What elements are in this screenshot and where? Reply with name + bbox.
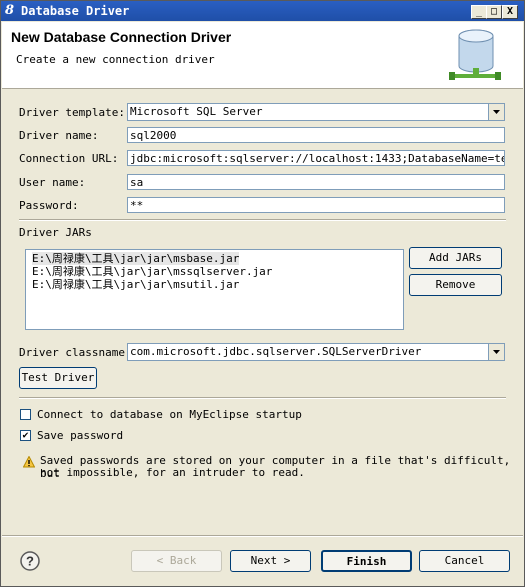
driver-template-select[interactable]: Microsoft SQL Server [127, 103, 505, 121]
connect-on-startup-label: Connect to database on MyEclipse startup [37, 408, 302, 421]
jar-item-label: E:\周禄康\工具\jar\jar\mssqlserver.jar [32, 265, 273, 278]
separator [19, 397, 506, 399]
back-button[interactable]: < Back [131, 550, 222, 572]
jar-item-label: E:\周禄康\工具\jar\jar\msutil.jar [32, 278, 240, 291]
remove-jar-button[interactable]: Remove [409, 274, 502, 296]
user-name-label: User name: [19, 176, 86, 189]
driver-template-label: Driver template: [19, 106, 125, 119]
list-item[interactable]: E:\周禄康\工具\jar\jar\msutil.jar [26, 278, 403, 291]
list-item[interactable]: E:\周禄康\工具\jar\jar\msbase.jar [26, 252, 403, 265]
banner-subtitle: Create a new connection driver [16, 53, 215, 66]
minimize-button[interactable]: _ [471, 5, 487, 19]
add-jars-button[interactable]: Add JARs [409, 247, 502, 269]
password-label: Password: [19, 199, 79, 212]
separator [19, 219, 506, 221]
window-title: Database Driver [21, 4, 130, 18]
banner-title: New Database Connection Driver [11, 29, 232, 45]
save-password-checkbox[interactable]: ✔ [20, 430, 31, 441]
driver-name-label: Driver name: [19, 129, 99, 142]
driver-jars-label: Driver JARs [19, 226, 92, 239]
database-icon [449, 29, 501, 80]
footer-separator [2, 535, 523, 537]
close-button[interactable]: X [502, 5, 518, 19]
password-input[interactable]: ** [127, 197, 505, 213]
maximize-button[interactable]: □ [486, 5, 502, 19]
help-glyph: ? [26, 554, 34, 569]
finish-button[interactable]: Finish [321, 550, 412, 572]
database-driver-window: 8 Database Driver _ □ X New Database Con… [0, 0, 525, 587]
chevron-down-icon[interactable] [488, 344, 504, 360]
connection-url-label: Connection URL: [19, 152, 119, 165]
title-bar[interactable]: 8 Database Driver _ □ X [1, 1, 524, 21]
user-name-input[interactable]: sa [127, 174, 505, 190]
driver-classname-value: com.microsoft.jdbc.sqlserver.SQLServerDr… [130, 345, 422, 358]
driver-classname-select[interactable]: com.microsoft.jdbc.sqlserver.SQLServerDr… [127, 343, 505, 361]
connection-url-input[interactable]: jdbc:microsoft:sqlserver://localhost:143… [127, 150, 505, 166]
checkmark-icon: ✔ [22, 430, 29, 441]
cancel-button[interactable]: Cancel [419, 550, 510, 572]
chevron-down-icon[interactable] [488, 104, 504, 120]
myeclipse-logo-icon: 8 [5, 3, 15, 18]
connect-on-startup-checkbox[interactable] [20, 409, 31, 420]
help-icon[interactable]: ? [20, 551, 40, 571]
list-item[interactable]: E:\周禄康\工具\jar\jar\mssqlserver.jar [26, 265, 403, 278]
test-driver-button[interactable]: Test Driver [19, 367, 97, 389]
save-password-label: Save password [37, 429, 124, 442]
driver-name-input[interactable]: sql2000 [127, 127, 505, 143]
jar-item-label: E:\周禄康\工具\jar\jar\msbase.jar [32, 252, 240, 265]
warning-icon [23, 456, 35, 468]
wizard-banner: New Database Connection Driver Create a … [2, 22, 523, 89]
driver-jars-list[interactable]: E:\周禄康\工具\jar\jar\msbase.jar E:\周禄康\工具\j… [25, 249, 404, 330]
next-button[interactable]: Next > [230, 550, 311, 572]
driver-classname-label: Driver classname: [19, 346, 132, 359]
driver-template-value: Microsoft SQL Server [130, 105, 263, 118]
warning-text-line2: not impossible, for an intruder to read. [40, 466, 305, 479]
